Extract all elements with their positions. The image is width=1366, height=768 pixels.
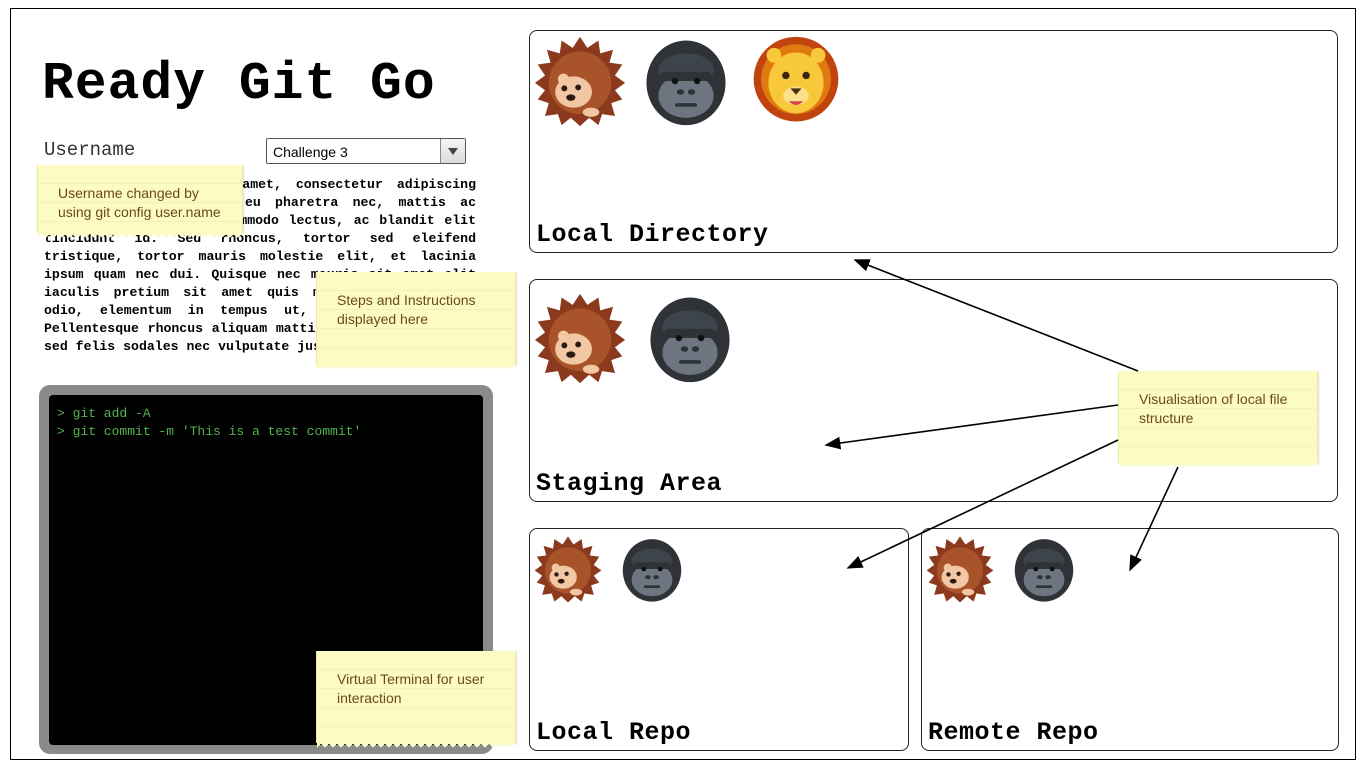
challenge-select-value: Challenge 3 [273,144,348,160]
username-label[interactable]: Username [44,139,135,161]
file-icons [534,35,842,127]
challenge-select[interactable]: Challenge 3 [266,138,466,164]
hedgehog-icon[interactable] [534,35,626,127]
visualisation-note: Visualisation of local file structure [1118,371,1318,469]
gorilla-icon[interactable] [618,535,686,603]
steps-note: Steps and Instructions displayed here [316,272,516,371]
lion-icon[interactable] [750,35,842,127]
app-title: Ready Git Go [42,54,436,114]
staging-area-label: Staging Area [536,469,723,498]
terminal-note: Virtual Terminal for user interaction [316,651,516,749]
local-directory-label: Local Directory [536,220,769,249]
hedgehog-icon[interactable] [534,292,626,384]
remote-repo-panel: Remote Repo [921,528,1339,751]
file-icons [926,535,1078,603]
chevron-down-icon[interactable] [440,139,465,163]
gorilla-icon[interactable] [644,292,736,384]
terminal-line: > git commit -m 'This is a test commit' [57,424,362,439]
remote-repo-label: Remote Repo [928,718,1099,747]
file-icons [534,292,736,384]
local-repo-label: Local Repo [536,718,692,747]
file-icons [534,535,686,603]
gorilla-icon[interactable] [1010,535,1078,603]
terminal-line: > git add -A [57,406,151,421]
username-note: Username changed by using git config use… [37,165,243,239]
hedgehog-icon[interactable] [926,535,994,603]
local-directory-panel: Local Directory [529,30,1338,253]
hedgehog-icon[interactable] [534,535,602,603]
gorilla-icon[interactable] [640,35,732,127]
local-repo-panel: Local Repo [529,528,909,751]
